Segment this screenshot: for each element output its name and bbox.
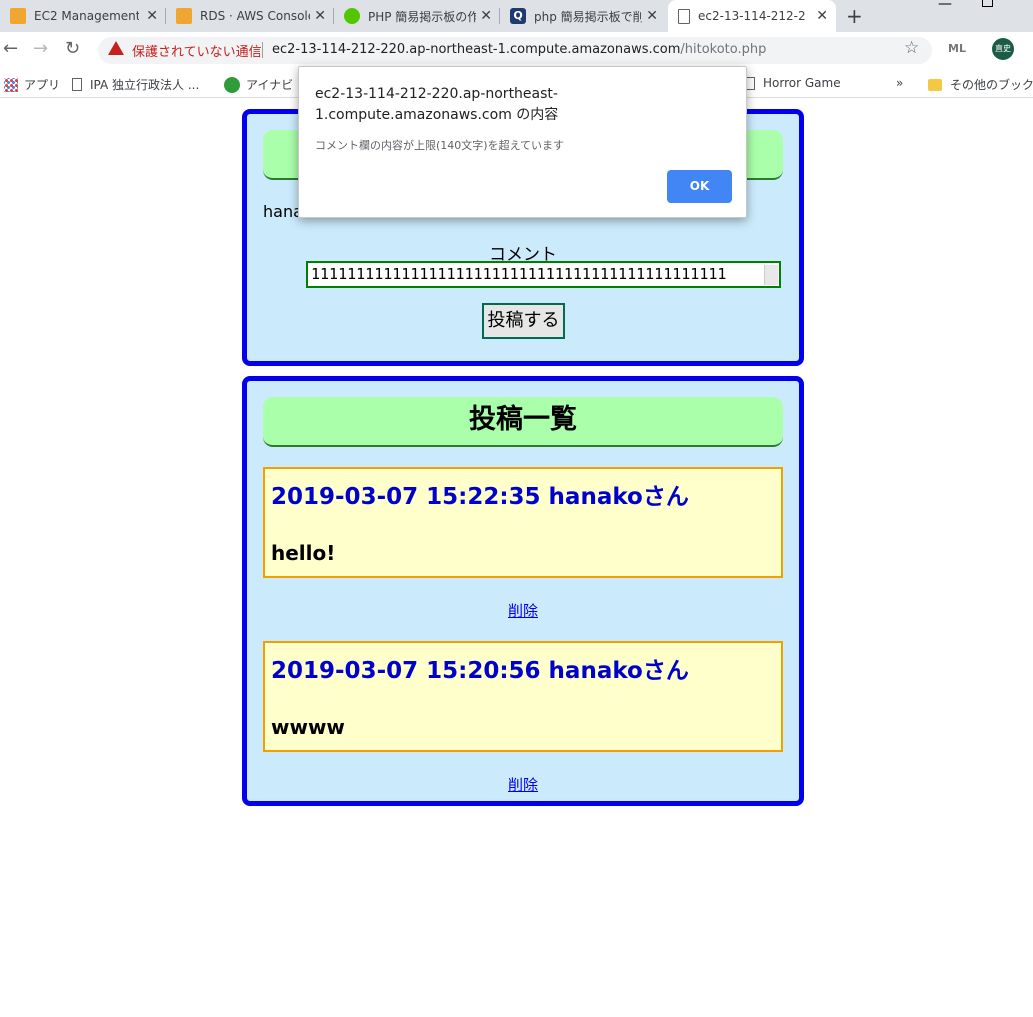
resize-handle-icon[interactable] [764,265,778,285]
bookmarks-overflow-button[interactable]: » [896,76,903,90]
minimize-icon[interactable]: — [938,0,952,12]
page-icon [72,78,82,91]
post-list-title: 投稿一覧 [263,397,783,447]
close-icon[interactable]: ✕ [646,8,658,24]
dialog-message: コメント欄の内容が上限(140文字)を超えています [315,139,565,152]
tab-title: PHP 簡易掲示板の作 [368,9,476,24]
close-icon[interactable]: ✕ [480,8,492,24]
back-arrow-icon[interactable]: ← [3,38,18,59]
bookmark-star-icon[interactable]: ☆ [904,38,919,58]
bookmark-apps[interactable]: アプリ [4,76,60,93]
name-field-value[interactable]: hana [263,202,303,221]
tab-title: RDS · AWS Console [200,9,310,23]
tab-ec2[interactable]: EC2 Management C ✕ [0,0,166,32]
close-icon[interactable]: ✕ [146,8,158,24]
warning-icon [108,41,124,55]
post-list-panel: 投稿一覧 2019-03-07 15:22:35 hanakoさん hello!… [242,376,804,806]
bookmark-other[interactable]: その他のブックマーク [928,76,1033,93]
ok-button[interactable]: OK [667,170,732,203]
tab-title: EC2 Management C [34,9,139,23]
post-item: 2019-03-07 15:22:35 hanakoさん hello! [263,467,783,578]
tab-active-page[interactable]: ec2-13-114-212-22 ✕ [668,0,836,32]
security-warning[interactable]: 保護されていない通信 [132,41,262,60]
forward-arrow-icon[interactable]: → [33,38,48,59]
new-tab-button[interactable]: + [846,4,863,28]
close-icon[interactable]: ✕ [314,8,326,24]
tab-title: php 簡易掲示板で削 [534,9,642,24]
tab-strip: EC2 Management C ✕ RDS · AWS Console ✕ P… [0,0,1033,32]
comment-text: 1111111111111111111111111111111111111111… [311,265,727,283]
tab-q[interactable]: Q php 簡易掲示板で削 ✕ [500,0,666,32]
bookmark-ipa[interactable]: IPA 独立行政法人 ... [72,76,199,93]
extension-ml-icon[interactable]: ML [948,42,966,55]
profile-avatar[interactable]: 直史 [992,38,1014,60]
url-path: /hitokoto.php [680,42,767,57]
tab-qiita[interactable]: PHP 簡易掲示板の作 ✕ [334,0,500,32]
comment-textarea[interactable]: 1111111111111111111111111111111111111111… [306,261,781,288]
reload-icon[interactable]: ↻ [65,38,80,59]
url-text[interactable]: ec2-13-114-212-220.ap-northeast-1.comput… [272,42,766,57]
bookmark-horror-game[interactable]: Horror Game [745,76,841,90]
maximize-icon[interactable] [982,0,993,7]
alert-dialog: ec2-13-114-212-220.ap-northeast-1.comput… [298,66,747,218]
folder-icon [928,78,942,91]
post-item: 2019-03-07 15:20:56 hanakoさん wwww [263,641,783,752]
close-icon[interactable]: ✕ [816,8,828,24]
submit-button[interactable]: 投稿する [482,303,565,339]
aws-cube-icon [176,8,192,24]
post-meta: 2019-03-07 15:22:35 hanakoさん [271,484,689,510]
qiita-icon [344,8,360,24]
tab-title: ec2-13-114-212-22 [698,9,806,23]
ainavi-icon [224,76,240,93]
post-body: hello! [271,541,336,565]
aws-cube-icon [10,8,26,24]
apps-grid-icon [4,77,18,92]
delete-link[interactable]: 削除 [247,774,799,795]
page-icon [678,8,690,24]
post-meta: 2019-03-07 15:20:56 hanakoさん [271,658,689,684]
url-host: ec2-13-114-212-220.ap-northeast-1.comput… [272,42,681,57]
q-icon: Q [510,8,526,24]
dialog-title: ec2-13-114-212-220.ap-northeast-1.comput… [315,86,559,123]
delete-link[interactable]: 削除 [247,600,799,621]
post-body: wwww [271,715,345,739]
tab-rds[interactable]: RDS · AWS Console ✕ [166,0,334,32]
